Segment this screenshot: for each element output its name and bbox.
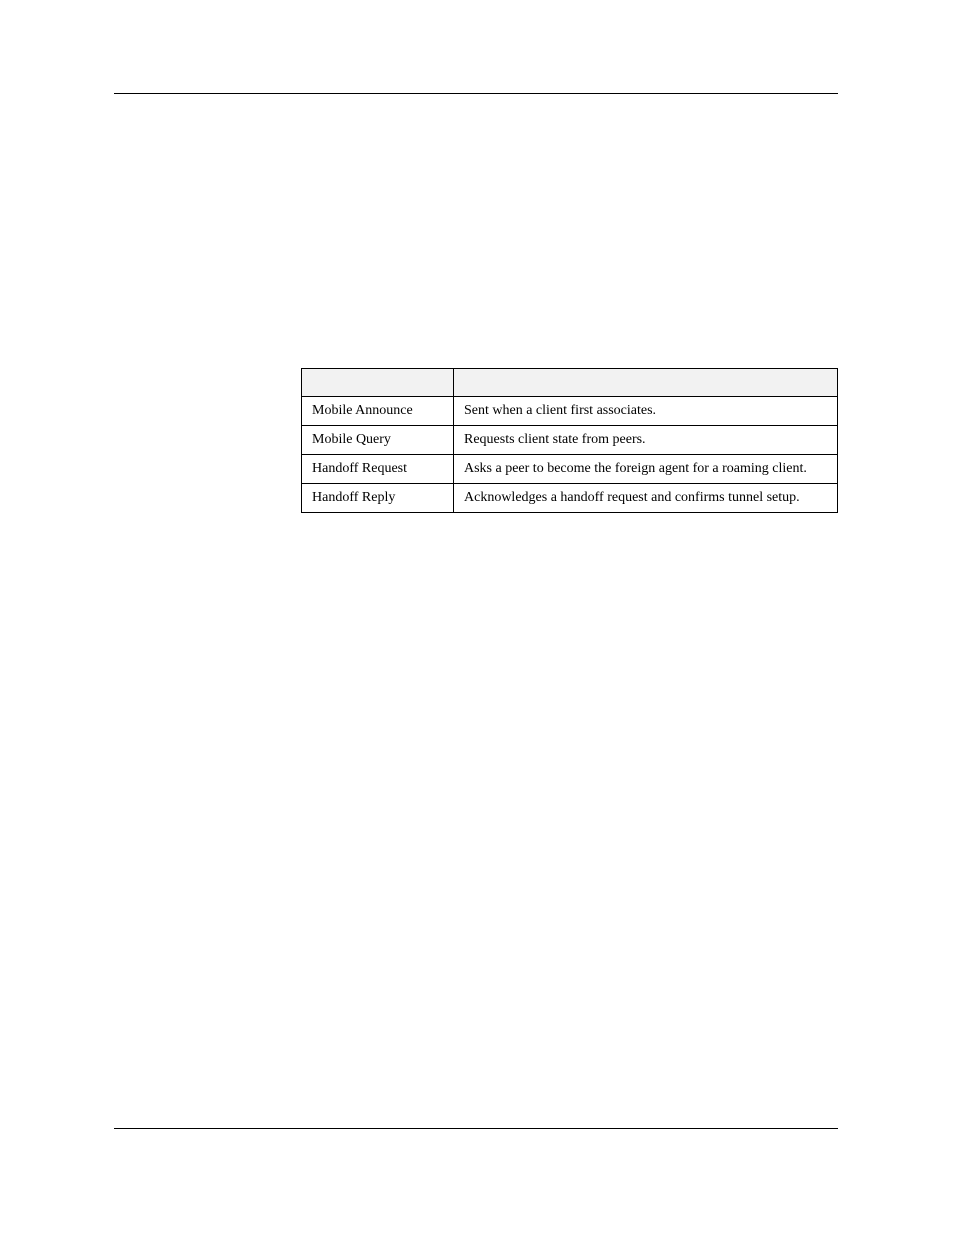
document-page: Chapter 10 Configuring Controller-Based … [0, 0, 954, 1235]
footer-rule [114, 1128, 838, 1129]
header-rule [114, 93, 838, 94]
table-cell: Mobile Announce [302, 397, 454, 426]
table-row: Mobile Query Requests client state from … [302, 426, 838, 455]
table-cell: Requests client state from peers. [454, 426, 838, 455]
table-row: Handoff Reply Acknowledges a handoff req… [302, 484, 838, 513]
table-header-cell: Message Type [302, 369, 454, 397]
page-footer: 10-4 Mobility Configuration Guide [114, 1128, 838, 1149]
page-header: Chapter 10 Configuring Controller-Based … [114, 66, 838, 94]
table-cell: Handoff Reply [302, 484, 454, 513]
table-cell: Asks a peer to become the foreign agent … [454, 455, 838, 484]
mobility-message-table: Message Type Description Mobile Announce… [301, 368, 838, 513]
table-cell: Acknowledges a handoff request and confi… [454, 484, 838, 513]
table-header-cell: Description [454, 369, 838, 397]
table-row: Handoff Request Asks a peer to become th… [302, 455, 838, 484]
table-cell: Sent when a client first associates. [454, 397, 838, 426]
table-cell: Handoff Request [302, 455, 454, 484]
table-row: Mobile Announce Sent when a client first… [302, 397, 838, 426]
table-cell: Mobile Query [302, 426, 454, 455]
table-header-row: Message Type Description [302, 369, 838, 397]
